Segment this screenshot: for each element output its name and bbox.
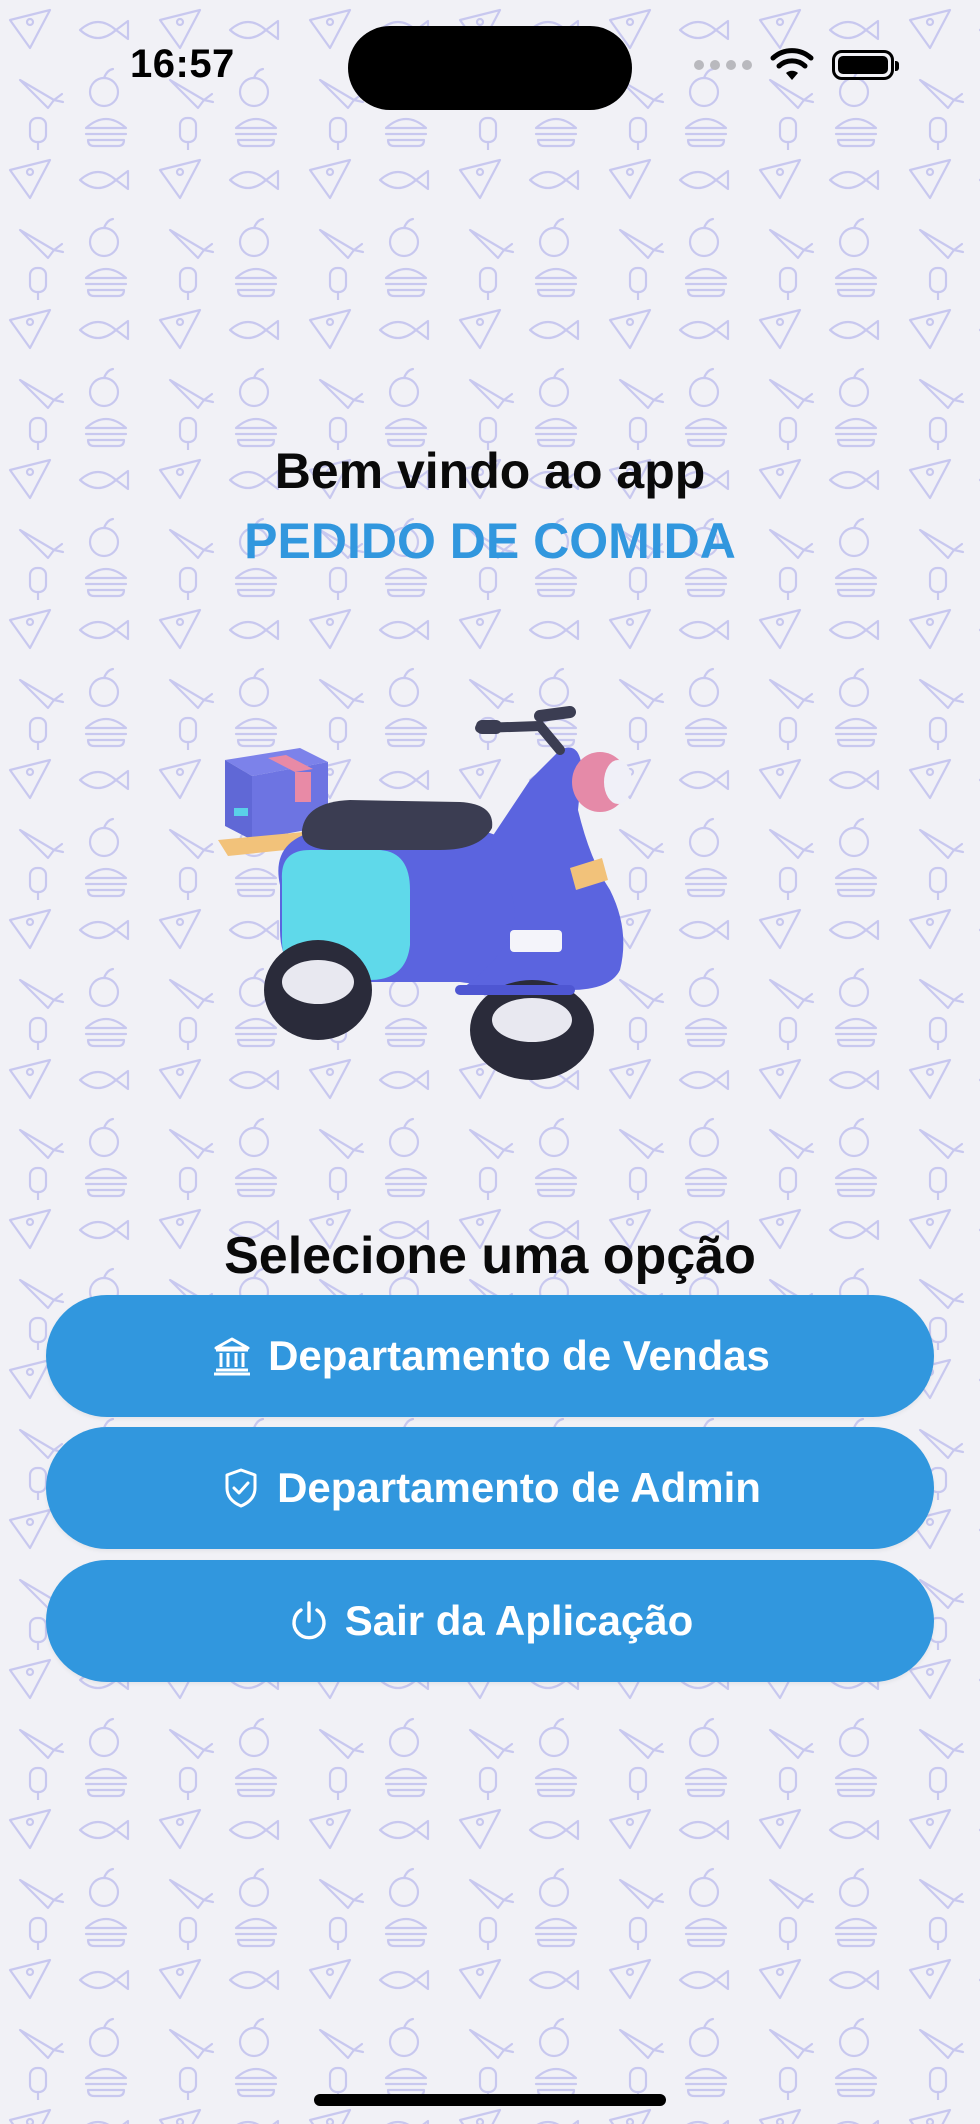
sales-department-button[interactable]: Departamento de Vendas [46,1295,934,1417]
delivery-scooter-illustration [218,706,632,1080]
wifi-icon [770,48,814,80]
rear-wheel [264,940,372,1040]
home-indicator[interactable] [314,2094,666,2106]
sales-department-label: Departamento de Vendas [268,1332,770,1379]
admin-department-button[interactable]: Departamento de Admin [46,1427,934,1549]
bank-icon [210,1334,254,1378]
shield-check-icon [219,1466,263,1510]
exit-app-button[interactable]: Sair da Aplicação [46,1560,934,1682]
app-screen: 16:57 Bem vindo ao app PEDIDO DE COMIDA [0,0,980,2124]
dynamic-island [348,26,632,110]
status-time: 16:57 [130,42,235,86]
cellular-signal-icon [694,60,752,70]
exit-app-label: Sair da Aplicação [344,1597,694,1644]
power-icon [287,1599,331,1643]
admin-department-label: Departamento de Admin [277,1464,761,1511]
welcome-title: Bem vindo ao app [274,443,706,499]
select-option-label: Selecione uma opção [224,1227,756,1285]
status-icons [694,48,899,82]
app-name-title: PEDIDO DE COMIDA [244,513,736,569]
battery-icon [832,50,899,80]
